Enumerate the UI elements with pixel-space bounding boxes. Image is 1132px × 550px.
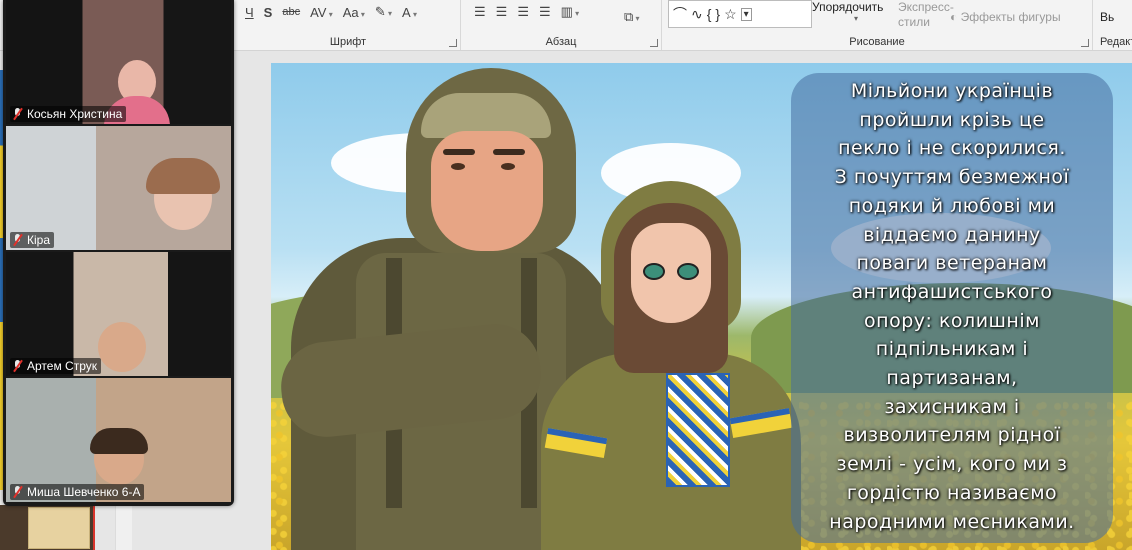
select-button[interactable]: Вь bbox=[1100, 10, 1114, 24]
slide-text-line: пекло і не скорилися. bbox=[838, 137, 1066, 160]
man-eyebrow bbox=[443, 149, 475, 155]
shape-effects-button[interactable]: ◐ Эффекты фигуры bbox=[950, 10, 1061, 24]
participant-name: Косьян Христина bbox=[27, 107, 123, 121]
participant-name-tag: Артем Струк bbox=[10, 358, 101, 374]
select-label: Вь bbox=[1100, 10, 1115, 24]
man-eyebrow bbox=[493, 149, 525, 155]
participant-name: Кіра bbox=[27, 233, 51, 247]
strikethrough-button[interactable]: S bbox=[261, 4, 276, 21]
participant-name-tag: Кіра bbox=[10, 232, 55, 248]
participant-name-tag: Косьян Христина bbox=[10, 106, 127, 122]
arrange-dropdown-icon: ▾ bbox=[853, 14, 858, 23]
participant-tile[interactable]: Миша Шевченко 6-А bbox=[6, 378, 231, 502]
align-left-icon[interactable]: ☰ bbox=[471, 3, 489, 21]
paragraph-tools: ☰ ☰ ☰ ☰ ▥ bbox=[471, 3, 582, 21]
slide-text-line: визволителям рідної bbox=[843, 424, 1061, 447]
mic-muted-icon bbox=[12, 107, 23, 121]
smartart-tools: ⧉ bbox=[621, 8, 643, 26]
video-gallery-panel[interactable]: Косьян Христина Кіра Артем Струк Миша Ше… bbox=[3, 0, 234, 506]
font-color-button[interactable]: A bbox=[399, 4, 420, 21]
brace-right-icon[interactable]: } bbox=[715, 6, 720, 22]
font-group: Ч S abc AV Aa ✎ A Шрифт bbox=[236, 0, 461, 50]
columns-icon[interactable]: ▥ bbox=[558, 3, 583, 21]
slide-text-line: підпільникам і bbox=[875, 338, 1029, 361]
slide-text-line: партизанам, bbox=[886, 367, 1018, 390]
highlight-icon[interactable]: ✎ bbox=[372, 3, 395, 21]
man-eye bbox=[451, 163, 465, 170]
paragraph-group: ☰ ☰ ☰ ☰ ▥ ⧉ Абзац bbox=[461, 0, 662, 50]
star-shape-icon[interactable]: ☆ bbox=[724, 6, 737, 23]
slide-text-line: поваги ветеранам bbox=[856, 252, 1048, 275]
quick-styles-label: Экспресс-стили bbox=[898, 0, 954, 29]
slide-text-line: гордістю називаємо bbox=[846, 481, 1058, 504]
slide-text[interactable]: Мільйони українців пройшли крізь це пекл… bbox=[791, 77, 1113, 536]
font-group-label: Шрифт bbox=[329, 36, 367, 48]
gallery-more-icon[interactable]: ▾ bbox=[740, 7, 752, 21]
quick-styles-button[interactable]: Экспресс-стили bbox=[898, 0, 954, 30]
brace-left-icon[interactable]: { bbox=[707, 6, 712, 22]
slide-text-line: Мільйони українців bbox=[850, 80, 1054, 102]
girl-eye bbox=[677, 263, 699, 280]
slide-text-line: віддаємо данину bbox=[863, 223, 1041, 246]
paragraph-dialog-launcher-icon[interactable] bbox=[650, 39, 658, 47]
smartart-icon[interactable]: ⧉ bbox=[621, 8, 643, 26]
paragraph-group-label: Абзац bbox=[545, 36, 577, 48]
thumbnail-image bbox=[28, 507, 90, 549]
slide-text-line: народними месниками. bbox=[829, 510, 1075, 533]
editing-group-label: Редакт bbox=[1100, 36, 1132, 48]
slide-text-line: опору: колишнім bbox=[864, 309, 1040, 332]
char-spacing-button[interactable]: AV bbox=[307, 4, 336, 21]
participant-name-tag: Миша Шевченко 6-А bbox=[10, 484, 145, 500]
slide-text-line: землі - усім, кого ми з bbox=[836, 453, 1068, 476]
participant-name: Артем Струк bbox=[27, 359, 97, 373]
thumbnail-selection-marker bbox=[93, 505, 95, 550]
shape-effects-icon: ◐ bbox=[950, 10, 961, 24]
participant-tile[interactable]: Косьян Христина bbox=[6, 0, 231, 124]
slide-text-line: захисникам і bbox=[884, 395, 1020, 418]
mic-muted-icon bbox=[12, 233, 23, 247]
strike-abc-button[interactable]: abc bbox=[279, 5, 303, 19]
mic-muted-icon bbox=[12, 359, 23, 373]
slide-canvas[interactable]: Мільйони українців пройшли крізь це пекл… bbox=[271, 63, 1132, 550]
justify-icon[interactable]: ☰ bbox=[536, 3, 554, 21]
participant-hair bbox=[90, 428, 148, 454]
participant-tile[interactable]: Артем Струк bbox=[6, 252, 231, 376]
change-case-button[interactable]: Aa bbox=[340, 4, 368, 21]
slide-text-line: пройшли крізь це bbox=[859, 108, 1045, 131]
arrange-button[interactable]: Упорядочить ▾ bbox=[812, 0, 900, 23]
font-dialog-launcher-icon[interactable] bbox=[449, 39, 457, 47]
man-eye bbox=[501, 163, 515, 170]
slide-text-line: З почуттям безмежної bbox=[834, 166, 1070, 189]
participant-name: Миша Шевченко 6-А bbox=[27, 485, 141, 499]
curve-shape-icon[interactable]: ⌒ bbox=[673, 4, 687, 24]
participant-hair bbox=[146, 158, 220, 194]
wave-shape-icon[interactable]: ∿ bbox=[691, 6, 703, 23]
slide-text-line: подяки й любові ми bbox=[848, 194, 1056, 217]
shapes-gallery[interactable]: ⌒ ∿ { } ☆ ▾ bbox=[668, 0, 812, 28]
participant-face bbox=[98, 322, 146, 372]
drawing-group-label: Рисование bbox=[849, 36, 905, 48]
underline-button[interactable]: Ч bbox=[242, 4, 257, 21]
mic-muted-icon bbox=[12, 485, 23, 499]
drawing-dialog-launcher-icon[interactable] bbox=[1081, 39, 1089, 47]
thumbnail-current[interactable] bbox=[0, 505, 95, 550]
font-tools: Ч S abc AV Aa ✎ A bbox=[242, 3, 420, 21]
shape-effects-label: Эффекты фигуры bbox=[960, 10, 1061, 24]
align-right-icon[interactable]: ☰ bbox=[514, 3, 532, 21]
vyshyvanka-embroidery bbox=[666, 373, 730, 487]
align-center-icon[interactable]: ☰ bbox=[493, 3, 511, 21]
arrange-label: Упорядочить bbox=[812, 0, 884, 14]
participant-tile[interactable]: Кіра bbox=[6, 126, 231, 250]
slide-text-line: антифашистського bbox=[851, 280, 1053, 303]
girl-eye bbox=[643, 263, 665, 280]
